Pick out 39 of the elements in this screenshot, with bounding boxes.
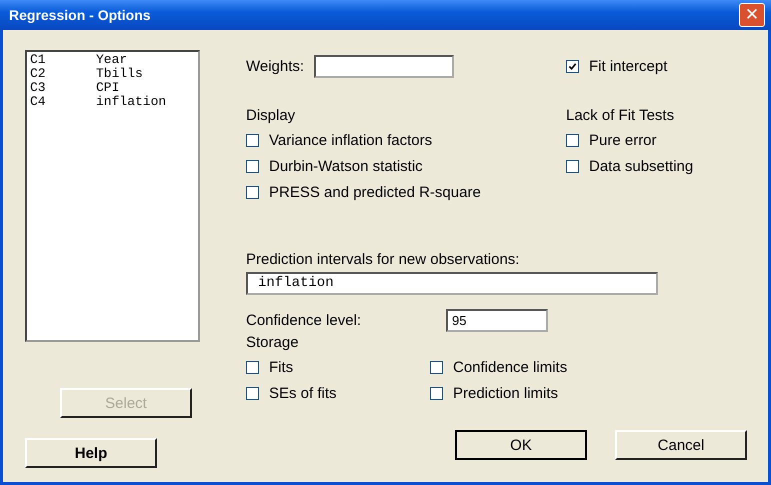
checkbox-label: Confidence limits xyxy=(453,358,568,376)
window-title: Regression - Options xyxy=(9,7,151,23)
checkbox[interactable] xyxy=(246,360,259,374)
checkbox[interactable] xyxy=(430,360,443,374)
weights-label: Weights: xyxy=(246,58,304,74)
confidence-label: Confidence level: xyxy=(246,312,362,329)
prediction-field[interactable]: inflation xyxy=(246,272,658,295)
checkbox-label: SEs of fits xyxy=(269,384,337,402)
column-item[interactable]: C4 inflation xyxy=(30,95,195,109)
checkbox-label: Variance inflation factors xyxy=(269,132,432,148)
column-item[interactable]: C1 Year xyxy=(30,53,195,67)
checkbox[interactable] xyxy=(566,60,579,72)
checkbox[interactable] xyxy=(246,186,259,198)
checkbox-label: PRESS and predicted R-square xyxy=(269,184,481,200)
checkbox[interactable] xyxy=(566,160,579,172)
checkbox-label: Fit intercept xyxy=(589,58,668,74)
section-heading: Storage xyxy=(246,333,300,353)
checkbox[interactable] xyxy=(246,160,259,172)
cancel-button[interactable]: Cancel xyxy=(615,430,747,460)
checkbox-label: Data subsetting xyxy=(589,158,694,174)
close-button[interactable]: ✕ xyxy=(739,3,765,27)
checkbox[interactable] xyxy=(430,386,443,400)
checkbox-label: Pure error xyxy=(589,132,657,148)
confidence-field[interactable]: 95 xyxy=(446,309,548,332)
checkbox[interactable] xyxy=(566,134,579,146)
prediction-label: Prediction intervals for new observations: xyxy=(246,251,520,268)
checkbox-label: Fits xyxy=(269,358,294,376)
ok-button[interactable]: OK xyxy=(455,430,587,460)
checkbox-label: Prediction limits xyxy=(453,384,558,402)
help-button[interactable]: Help xyxy=(25,438,157,468)
section-heading: Lack of Fit Tests xyxy=(566,106,676,126)
section-heading: Display xyxy=(246,106,296,126)
weights-field[interactable] xyxy=(314,54,454,78)
column-item[interactable]: C2 Tbills xyxy=(30,67,195,81)
column-list[interactable]: C1 Year C2 Tbills C3 CPI C4 inflation xyxy=(25,50,200,342)
column-item[interactable]: C3 CPI xyxy=(30,81,195,95)
checkbox-label: Durbin-Watson statistic xyxy=(269,158,423,174)
checkbox[interactable] xyxy=(246,386,259,400)
checkbox[interactable] xyxy=(246,134,259,146)
